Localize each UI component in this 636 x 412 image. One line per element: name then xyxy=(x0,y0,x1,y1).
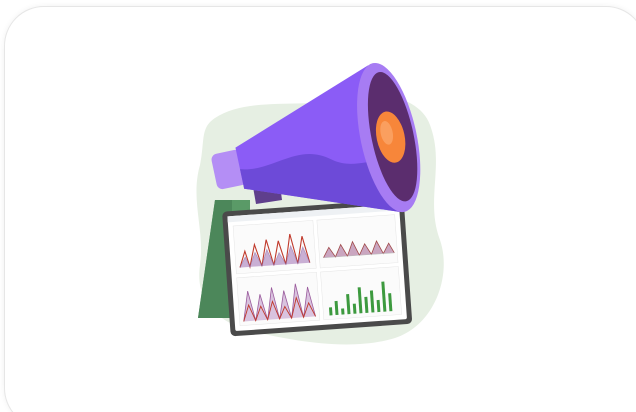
dashboard-chart-bottom-left xyxy=(236,271,321,326)
megaphone-dashboard-illustration xyxy=(196,62,444,345)
dashboard-chart-top-left xyxy=(232,220,317,275)
page xyxy=(0,0,636,412)
dashboard-chart-top-right xyxy=(316,214,399,269)
dashboard-chart-bottom-right-bars xyxy=(320,266,402,321)
tablet xyxy=(222,199,412,337)
